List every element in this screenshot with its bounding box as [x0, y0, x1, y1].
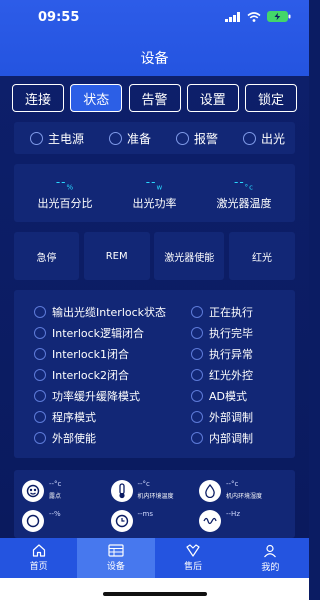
indicator-dot: [34, 410, 46, 423]
wifi-icon: [247, 11, 261, 22]
device-icon: [108, 544, 124, 557]
indicator-ready: 准备: [108, 130, 151, 147]
status-list-right: 正在执行 执行完毕 执行异常 红光外控 AD模式 外部调制 内部调制: [191, 304, 283, 458]
emergency-stop-button[interactable]: 急停: [14, 232, 79, 280]
list-item: 正在执行: [191, 304, 283, 319]
indicator-dot: [34, 368, 46, 381]
frequency-icon: [199, 510, 221, 532]
list-item: Interlock逻辑闭合: [34, 325, 166, 340]
home-indicator: [103, 592, 207, 596]
status-indicator-panel: 主电源 准备 报警 出光: [14, 122, 295, 154]
timer-icon: [110, 510, 133, 532]
indicator-alarm: 报警: [175, 130, 218, 147]
indicator-emission: 出光: [242, 130, 285, 147]
gauge-icon: [22, 510, 44, 532]
metric-emission-power: --w 出光功率: [132, 174, 177, 211]
indicator-dot: [191, 347, 203, 360]
list-item: 外部调制: [191, 409, 283, 424]
page-title: 设备: [140, 51, 169, 67]
list-item: 外部使能: [34, 430, 166, 445]
status-bar: 09:55: [0, 0, 309, 34]
list-item: 程序模式: [34, 409, 166, 424]
status-time: 09:55: [38, 10, 80, 25]
env-duration: --ms: [110, 510, 199, 532]
tab-alarm[interactable]: 告警: [128, 84, 181, 112]
laser-enable-button[interactable]: 激光器使能: [154, 232, 225, 280]
tab-lock[interactable]: 锁定: [245, 84, 297, 112]
indicator-dot: [34, 389, 46, 402]
list-item: 执行异常: [191, 346, 283, 361]
list-item: 功率缓升缓降模式: [34, 388, 166, 403]
env-dew-point: --°c 露点: [22, 480, 110, 502]
status-list-panel: 输出光缆Interlock状态 Interlock逻辑闭合 Interlock1…: [14, 290, 295, 458]
indicator-dot: [34, 305, 46, 318]
rem-button[interactable]: REM: [83, 232, 150, 280]
indicator-dot: [30, 131, 43, 145]
env-internal-humidity: --°c 机内环境湿度: [199, 480, 287, 502]
indicator-dot: [34, 431, 46, 444]
list-item: AD模式: [191, 388, 283, 403]
tab-status[interactable]: 状态: [70, 84, 123, 112]
nav-device[interactable]: 设备: [77, 538, 155, 578]
profile-icon: [264, 544, 277, 557]
red-light-button[interactable]: 红光: [228, 232, 295, 280]
status-list-left: 输出光缆Interlock状态 Interlock逻辑闭合 Interlock1…: [34, 304, 166, 458]
env-frequency: --Hz: [199, 510, 287, 532]
indicator-main-power: 主电源: [30, 130, 84, 147]
humidity-icon: [199, 480, 221, 502]
list-item: 红光外控: [191, 367, 283, 382]
indicator-dot: [34, 347, 46, 360]
device-status-content: 连接 状态 告警 设置 锁定 主电源 准备 报警 出光 --% 出光百分比 --…: [0, 76, 309, 538]
indicator-dot: [242, 131, 256, 145]
app-header: 09:55 设备: [0, 0, 309, 76]
metric-laser-temperature: --°c 激光器温度: [216, 174, 272, 211]
metrics-panel: --% 出光百分比 --w 出光功率 --°c 激光器温度: [14, 164, 295, 222]
dew-point-icon: [22, 480, 44, 502]
nav-profile[interactable]: 我的: [232, 538, 309, 578]
list-item: Interlock1闭合: [34, 346, 166, 361]
list-item: Interlock2闭合: [34, 367, 166, 382]
control-buttons: 急停 REM 激光器使能 红光: [14, 232, 295, 280]
indicator-dot: [191, 389, 203, 402]
home-icon: [32, 544, 45, 557]
bottom-navigation: 首页 设备 售后 我的: [0, 538, 309, 600]
tab-settings[interactable]: 设置: [186, 84, 239, 112]
indicator-dot: [191, 431, 203, 444]
list-item: 输出光缆Interlock状态: [34, 304, 166, 319]
indicator-dot: [191, 305, 203, 318]
indicator-dot: [108, 131, 122, 145]
indicator-dot: [191, 368, 203, 381]
list-item: 执行完毕: [191, 325, 283, 340]
metric-emission-percent: --% 出光百分比: [37, 174, 93, 211]
environment-panel: --°c 露点 --°c 机内环境温度 --°c 机内环境湿度 --% --ms…: [14, 470, 295, 538]
thermometer-icon: [110, 480, 133, 502]
battery-icon: [267, 11, 291, 22]
tab-connect[interactable]: 连接: [12, 84, 64, 112]
indicator-dot: [34, 326, 46, 339]
indicator-dot: [191, 410, 203, 423]
list-item: 内部调制: [191, 430, 283, 445]
after-sales-icon: [186, 544, 200, 557]
env-percent: --%: [22, 510, 110, 532]
env-internal-temperature: --°c 机内环境温度: [110, 480, 199, 502]
nav-home[interactable]: 首页: [0, 538, 77, 578]
indicator-dot: [175, 131, 189, 145]
device-tabs: 连接 状态 告警 设置 锁定: [12, 84, 297, 112]
status-icons: [225, 11, 291, 22]
nav-after-sales[interactable]: 售后: [155, 538, 232, 578]
indicator-dot: [191, 326, 203, 339]
signal-icon: [225, 11, 240, 22]
